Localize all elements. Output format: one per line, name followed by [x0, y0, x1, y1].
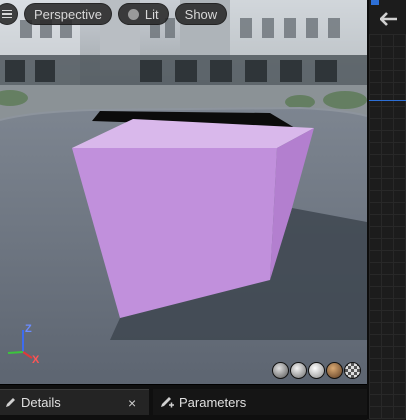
tab-parameters[interactable]: Parameters — [153, 389, 367, 415]
axis-gizmo: Z X — [4, 322, 44, 368]
parameters-icon — [161, 397, 174, 408]
lit-mode-icon — [127, 8, 139, 20]
lit-sphere-icon[interactable] — [308, 362, 325, 379]
panel-tab-indicator — [371, 0, 379, 5]
scene-render — [0, 0, 367, 384]
bottom-tab-bar: Details × Parameters — [0, 384, 367, 420]
tab-details[interactable]: Details × — [0, 389, 149, 415]
tab-details-label: Details — [21, 395, 61, 410]
lit-button[interactable]: Lit — [117, 3, 169, 25]
graph-grid — [369, 34, 406, 419]
axis-x-label: X — [32, 354, 40, 366]
lit-label: Lit — [144, 6, 159, 22]
close-icon[interactable]: × — [128, 395, 136, 411]
perspective-button[interactable]: Perspective — [24, 3, 112, 25]
tab-parameters-label: Parameters — [179, 394, 247, 410]
checker-sphere-icon[interactable] — [344, 362, 361, 379]
arrow-left-icon — [380, 12, 397, 26]
perspective-label: Perspective — [34, 6, 102, 22]
pencil-icon — [6, 398, 15, 407]
graph-selection-line — [369, 100, 406, 101]
viewport[interactable]: Perspective Lit Show Z X — [0, 0, 367, 384]
unlit-sphere-icon[interactable] — [290, 362, 307, 379]
axis-z-label: Z — [25, 323, 32, 335]
graph-panel[interactable] — [367, 0, 406, 419]
viewport-menu-button[interactable] — [0, 3, 18, 25]
textured-sphere-icon[interactable] — [326, 362, 343, 379]
viewport-toolbar: Perspective Lit Show — [0, 2, 228, 26]
view-mode-bar — [272, 362, 361, 379]
show-button[interactable]: Show — [174, 3, 228, 25]
back-button[interactable] — [372, 8, 406, 30]
wireframe-sphere-icon[interactable] — [272, 362, 289, 379]
show-label: Show — [184, 6, 218, 22]
hamburger-icon — [2, 9, 12, 19]
